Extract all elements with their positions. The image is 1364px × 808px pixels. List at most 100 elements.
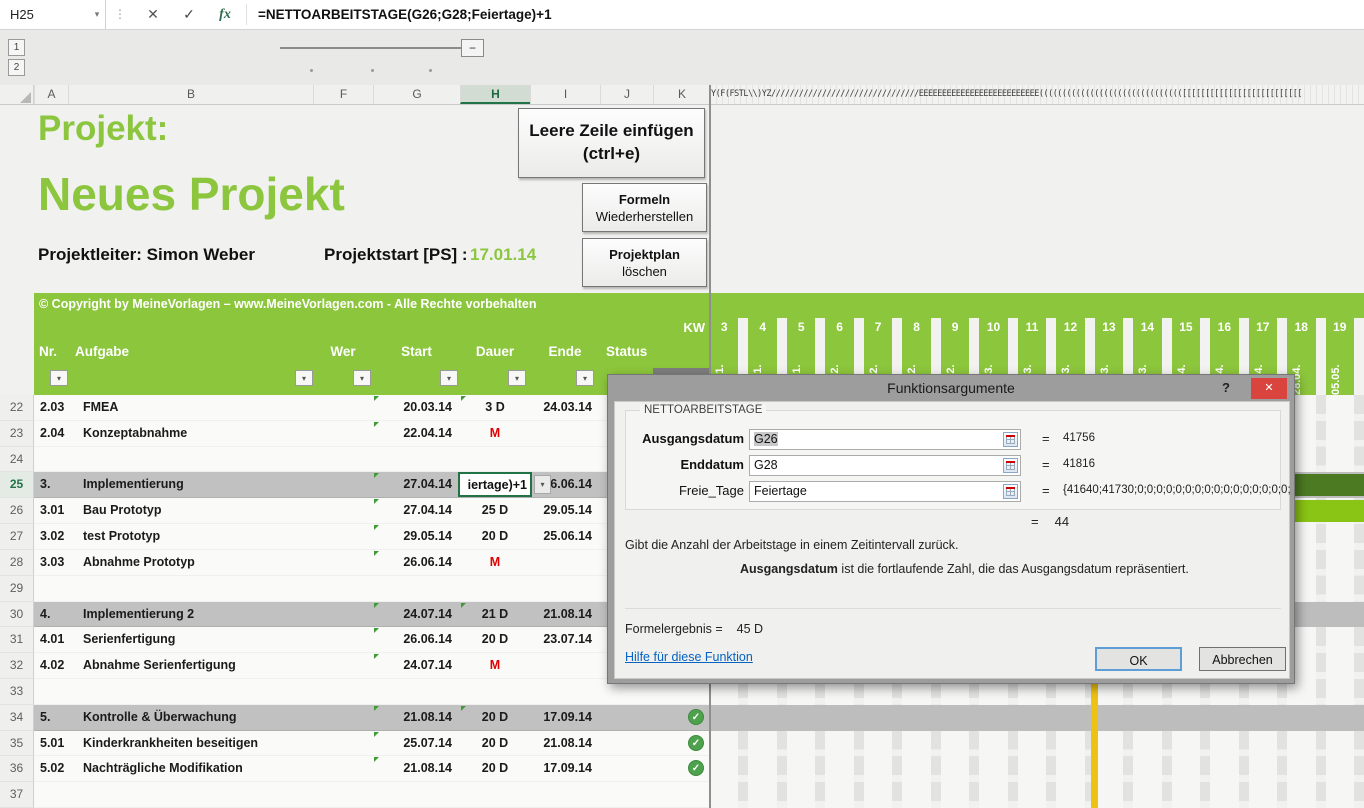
cell-start[interactable]: 20.03.14 (373, 395, 452, 420)
cell-nr[interactable]: 3.01 (40, 498, 82, 523)
cell-dauer[interactable]: 20 D (460, 756, 530, 781)
cell-dauer[interactable]: 20 D (460, 705, 530, 730)
cell-task[interactable]: Nachträgliche Modifikation (83, 756, 358, 781)
row-header-25[interactable]: 25 (0, 472, 34, 498)
cell-start[interactable]: 24.07.14 (373, 653, 452, 678)
cell-ende[interactable]: 21.08.14 (530, 602, 592, 627)
cell-task[interactable]: Abnahme Prototyp (83, 550, 358, 575)
row-header-23[interactable]: 23 (0, 421, 34, 447)
filter-button[interactable]: ▾ (508, 370, 526, 386)
range-selector-icon[interactable] (1003, 458, 1018, 473)
cell-ende[interactable]: 25.06.14 (530, 524, 592, 549)
cell-nr[interactable]: 3. (40, 472, 82, 497)
cell-dauer[interactable]: M (460, 550, 530, 575)
row-header-22[interactable]: 22 (0, 395, 34, 421)
name-box-caret-icon[interactable]: ▾ (88, 0, 106, 29)
cell-dauer[interactable]: 20 D (460, 731, 530, 756)
cell-ende[interactable]: 21.08.14 (530, 731, 592, 756)
range-selector-icon[interactable] (1003, 432, 1018, 447)
cell-task[interactable]: test Prototyp (83, 524, 358, 549)
restore-formulas-button[interactable]: Formeln Wiederherstellen (582, 183, 707, 232)
select-all-corner[interactable] (0, 85, 34, 105)
cell-dauer[interactable]: 3 D (460, 395, 530, 420)
column-header-J[interactable]: J (600, 85, 653, 104)
cell-edit-box[interactable]: iertage)+1 (458, 472, 532, 497)
row-header-28[interactable]: 28 (0, 550, 34, 576)
cell-task[interactable]: Implementierung (83, 472, 358, 497)
cell-nr[interactable]: 4.01 (40, 627, 82, 652)
column-header-B[interactable]: B (68, 85, 313, 104)
cell-start[interactable]: 27.04.14 (373, 498, 452, 523)
row-header-31[interactable]: 31 (0, 627, 34, 653)
clear-plan-button[interactable]: Projektplan löschen (582, 238, 707, 287)
filter-button[interactable]: ▾ (353, 370, 371, 386)
cell-dropdown-icon[interactable]: ▾ (534, 475, 551, 494)
column-header-F[interactable]: F (313, 85, 373, 104)
cell-nr[interactable]: 3.02 (40, 524, 82, 549)
gantt-bar[interactable] (1287, 500, 1364, 522)
cell-nr[interactable]: 4. (40, 602, 82, 627)
range-selector-icon[interactable] (1003, 484, 1018, 499)
filter-button[interactable]: ▾ (295, 370, 313, 386)
cell-dauer[interactable]: 20 D (460, 627, 530, 652)
gantt-bar[interactable] (1287, 474, 1364, 496)
cell-task[interactable]: Kinderkrankheiten beseitigen (83, 731, 358, 756)
cell-nr[interactable]: 5.01 (40, 731, 82, 756)
help-link[interactable]: Hilfe für diese Funktion (625, 650, 753, 664)
project-name[interactable]: Neues Projekt (38, 167, 345, 221)
cell-task[interactable]: Abnahme Serienfertigung (83, 653, 358, 678)
row-header-33[interactable]: 33 (0, 679, 34, 705)
outline-level-2-button[interactable]: 2 (8, 59, 25, 76)
cell-nr[interactable]: 2.04 (40, 421, 82, 446)
insert-row-button[interactable]: Leere Zeile einfügen (ctrl+e) (518, 108, 705, 178)
column-header-I[interactable]: I (530, 85, 600, 104)
cell-ende[interactable]: 17.09.14 (530, 705, 592, 730)
cancel-button[interactable]: Abbrechen (1199, 647, 1286, 671)
cell-start[interactable]: 22.04.14 (373, 421, 452, 446)
row-header-35[interactable]: 35 (0, 731, 34, 757)
cell-ende[interactable]: 24.03.14 (530, 395, 592, 420)
ok-button[interactable]: OK (1095, 647, 1182, 671)
cell-start[interactable]: 27.04.14 (373, 472, 452, 497)
column-header-K[interactable]: K (653, 85, 710, 104)
row-header-27[interactable]: 27 (0, 524, 34, 550)
cell-dauer[interactable]: 21 D (460, 602, 530, 627)
row-header-30[interactable]: 30 (0, 602, 34, 628)
project-start-date[interactable]: 17.01.14 (470, 245, 536, 265)
dialog-close-icon[interactable]: ✕ (1251, 378, 1287, 399)
column-header-G[interactable]: G (373, 85, 460, 104)
cell-task[interactable]: FMEA (83, 395, 358, 420)
row-header-36[interactable]: 36 (0, 756, 34, 782)
dialog-field-input[interactable]: Feiertage (749, 481, 1021, 502)
cell-task[interactable]: Konzeptabnahme (83, 421, 358, 446)
cell-start[interactable]: 24.07.14 (373, 602, 452, 627)
row-header-29[interactable]: 29 (0, 576, 34, 602)
cancel-icon[interactable]: ✕ (136, 0, 170, 29)
dialog-field-input[interactable]: G28 (749, 455, 1021, 476)
cell-task[interactable]: Kontrolle & Überwachung (83, 705, 358, 730)
cell-nr[interactable]: 4.02 (40, 653, 82, 678)
dialog-field-input[interactable]: G26 (749, 429, 1021, 450)
project-leader[interactable]: Projektleiter: Simon Weber (38, 245, 255, 265)
row-header-37[interactable]: 37 (0, 782, 34, 808)
row-header-34[interactable]: 34 (0, 705, 34, 731)
cell-dauer[interactable]: M (460, 421, 530, 446)
row-header-26[interactable]: 26 (0, 498, 34, 524)
cell-dauer[interactable]: M (460, 653, 530, 678)
enter-icon[interactable]: ✓ (172, 0, 206, 29)
cell-nr[interactable]: 5. (40, 705, 82, 730)
dialog-help-icon[interactable]: ? (1216, 375, 1236, 401)
cell-ende[interactable]: 23.07.14 (530, 627, 592, 652)
filter-button[interactable]: ▾ (50, 370, 68, 386)
outline-level-1-button[interactable]: 1 (8, 39, 25, 56)
cell-start[interactable]: 29.05.14 (373, 524, 452, 549)
formula-input[interactable]: =NETTOARBEITSTAGE(G26;G28;Feiertage)+1 (258, 0, 552, 29)
cell-ende[interactable]: 29.05.14 (530, 498, 592, 523)
insert-function-icon[interactable]: fx (208, 0, 242, 29)
row-header-32[interactable]: 32 (0, 653, 34, 679)
cell-nr[interactable]: 5.02 (40, 756, 82, 781)
cell-nr[interactable]: 3.03 (40, 550, 82, 575)
row-header-24[interactable]: 24 (0, 447, 34, 473)
cell-start[interactable]: 26.06.14 (373, 550, 452, 575)
cell-dauer[interactable]: 25 D (460, 498, 530, 523)
